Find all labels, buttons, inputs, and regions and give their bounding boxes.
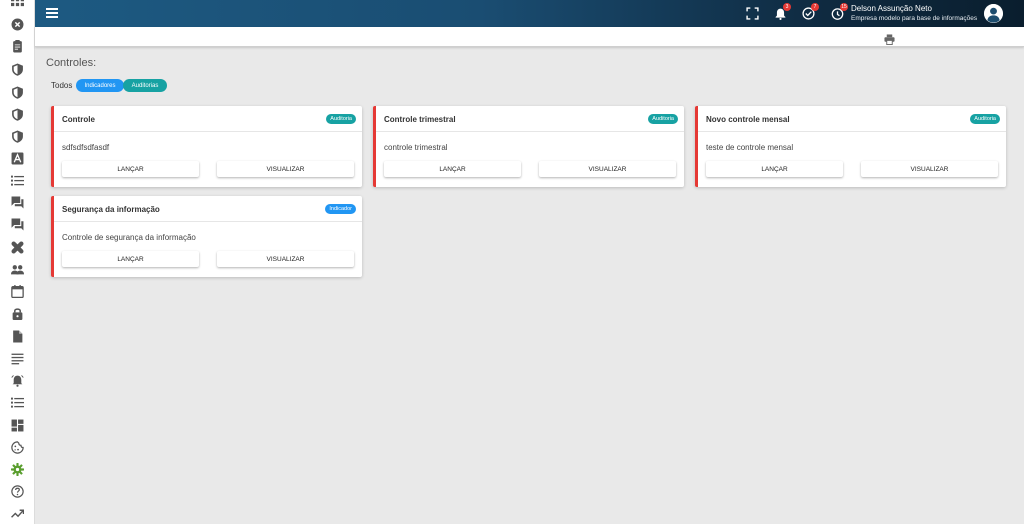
toolbar bbox=[35, 27, 1024, 47]
dashboard-icon[interactable] bbox=[0, 414, 35, 436]
control-card: Controle trimestral Auditoria controle t… bbox=[373, 106, 684, 187]
view-button[interactable]: VISUALIZAR bbox=[217, 161, 354, 177]
settings-gear-icon[interactable] bbox=[0, 458, 35, 480]
card-description: Controle de segurança da informação bbox=[62, 233, 196, 242]
card-description: teste de controle mensal bbox=[706, 143, 794, 152]
alarm-icon[interactable] bbox=[0, 369, 35, 391]
font-icon[interactable] bbox=[0, 147, 35, 169]
shield-icon[interactable] bbox=[0, 81, 35, 103]
user-company: Empresa modelo para base de informações bbox=[851, 15, 978, 22]
notes-icon[interactable] bbox=[0, 347, 35, 369]
people-icon[interactable] bbox=[0, 258, 35, 280]
card-type-badge: Auditoria bbox=[326, 114, 356, 124]
cancel-circle-icon[interactable] bbox=[0, 13, 35, 35]
fullscreen-icon[interactable] bbox=[745, 6, 759, 20]
card-title: Novo controle mensal bbox=[706, 115, 790, 124]
notifications-badge: 3 bbox=[783, 3, 791, 11]
launch-button[interactable]: LANÇAR bbox=[384, 161, 521, 177]
cookie-icon[interactable] bbox=[0, 436, 35, 458]
launch-button[interactable]: LANÇAR bbox=[62, 251, 199, 267]
card-header: Novo controle mensal Auditoria bbox=[698, 106, 1006, 132]
document-icon[interactable] bbox=[0, 325, 35, 347]
notifications-bell-icon[interactable]: 3 bbox=[773, 3, 791, 20]
shield-icon[interactable] bbox=[0, 103, 35, 125]
tasks-check-icon[interactable]: 7 bbox=[801, 3, 819, 20]
print-icon[interactable] bbox=[884, 32, 895, 45]
card-type-badge: Auditoria bbox=[970, 114, 1000, 124]
control-card: Segurança da informação Indicador Contro… bbox=[51, 196, 362, 277]
calendar-icon[interactable] bbox=[0, 280, 35, 302]
card-title: Segurança da informação bbox=[62, 205, 160, 214]
list-icon[interactable] bbox=[0, 169, 35, 191]
control-card: Novo controle mensal Auditoria teste de … bbox=[695, 106, 1006, 187]
card-header: Controle trimestral Auditoria bbox=[376, 106, 684, 132]
help-icon[interactable] bbox=[0, 480, 35, 502]
clipboard-icon[interactable] bbox=[0, 35, 35, 57]
menu-icon[interactable] bbox=[46, 7, 58, 19]
filter-indicadores-chip[interactable]: Indicadores bbox=[76, 79, 124, 92]
page-title: Controles: bbox=[46, 57, 97, 69]
card-type-badge: Auditoria bbox=[648, 114, 678, 124]
tasks-badge: 7 bbox=[811, 3, 819, 11]
top-app-bar: 3 7 15 Delson Assunção Neto Empresa mode… bbox=[35, 0, 1024, 27]
card-title: Controle bbox=[62, 115, 95, 124]
healing-icon[interactable] bbox=[0, 236, 35, 258]
launch-button[interactable]: LANÇAR bbox=[706, 161, 843, 177]
lock-icon[interactable] bbox=[0, 302, 35, 324]
list-icon[interactable] bbox=[0, 391, 35, 413]
timer-badge: 15 bbox=[840, 3, 848, 11]
user-name: Delson Assunção Neto bbox=[851, 4, 932, 13]
forum-icon[interactable] bbox=[0, 191, 35, 213]
shield-icon[interactable] bbox=[0, 125, 35, 147]
view-button[interactable]: VISUALIZAR bbox=[861, 161, 998, 177]
filter-auditorias-chip[interactable]: Auditorias bbox=[123, 79, 167, 92]
card-header: Segurança da informação Indicador bbox=[54, 196, 362, 222]
card-header: Controle Auditoria bbox=[54, 106, 362, 132]
view-button[interactable]: VISUALIZAR bbox=[539, 161, 676, 177]
shield-icon[interactable] bbox=[0, 58, 35, 80]
sidebar bbox=[0, 0, 35, 524]
view-button[interactable]: VISUALIZAR bbox=[217, 251, 354, 267]
forum-icon[interactable] bbox=[0, 213, 35, 235]
card-description: sdfsdfsdfasdf bbox=[62, 143, 110, 152]
user-avatar-icon[interactable] bbox=[984, 4, 1003, 23]
launch-button[interactable]: LANÇAR bbox=[62, 161, 199, 177]
card-type-badge: Indicador bbox=[325, 204, 356, 214]
control-card: Controle Auditoria sdfsdfsdfasdf LANÇAR … bbox=[51, 106, 362, 187]
card-title: Controle trimestral bbox=[384, 115, 456, 124]
timer-icon[interactable]: 15 bbox=[830, 3, 848, 20]
trending-up-icon[interactable] bbox=[0, 502, 35, 524]
card-description: controle trimestral bbox=[384, 143, 448, 152]
filter-all[interactable]: Todos bbox=[51, 81, 72, 90]
